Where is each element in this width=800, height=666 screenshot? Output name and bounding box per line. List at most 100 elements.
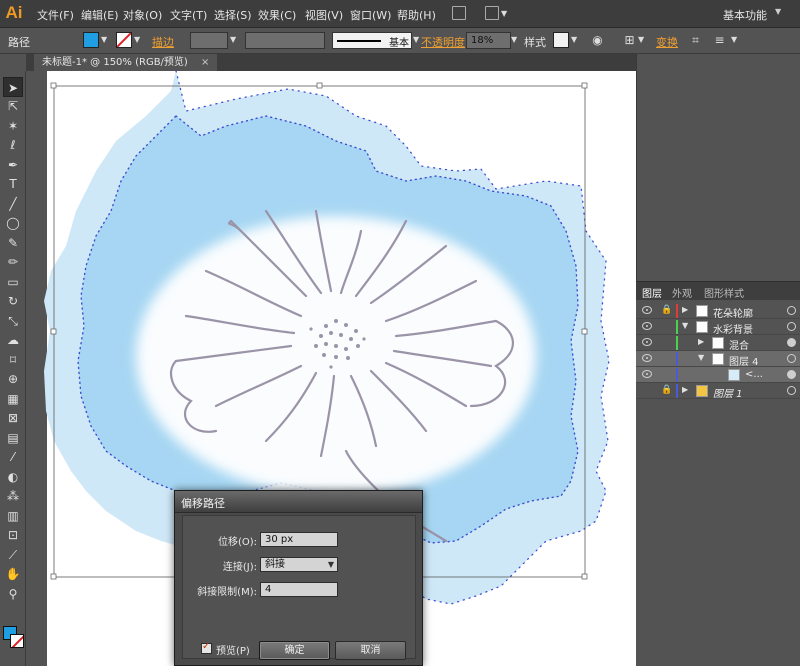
chevron-down-icon[interactable]: ▼ bbox=[101, 35, 107, 44]
collapse-icon[interactable]: ▼ bbox=[682, 321, 688, 330]
tab-layers[interactable]: 图层 bbox=[642, 285, 662, 300]
warp-icon[interactable]: ☁ bbox=[3, 330, 23, 350]
tab-appearance[interactable]: 外观 bbox=[672, 285, 692, 300]
graphic-style-swatch[interactable] bbox=[553, 32, 569, 48]
preview-checkbox[interactable] bbox=[201, 641, 212, 654]
slice-icon[interactable]: ⟋ bbox=[3, 545, 23, 565]
direct-selection-icon[interactable]: ⇱ bbox=[3, 96, 23, 116]
tab-graphic-styles[interactable]: 图形样式 bbox=[704, 285, 744, 300]
transform-link[interactable]: 变换 bbox=[656, 34, 678, 50]
gradient-icon[interactable]: ▤ bbox=[3, 428, 23, 448]
magic-wand-icon[interactable]: ✶ bbox=[3, 116, 23, 136]
expand-icon[interactable]: ▶ bbox=[698, 337, 704, 346]
menu-window[interactable]: 窗口(W) bbox=[350, 7, 391, 23]
artboard-icon[interactable]: ⊡ bbox=[3, 525, 23, 545]
layer-row[interactable]: ▼ 图层 4 bbox=[636, 351, 800, 368]
pencil-icon[interactable]: ✏ bbox=[3, 252, 23, 272]
chevron-down-icon[interactable]: ▼ bbox=[638, 35, 644, 44]
recolor-icon[interactable]: ◉ bbox=[590, 33, 605, 48]
free-transform-icon[interactable]: ⌑ bbox=[3, 350, 23, 370]
line-icon[interactable]: ╱ bbox=[3, 194, 23, 214]
blend-icon[interactable]: ◐ bbox=[3, 467, 23, 487]
layer-row[interactable]: ▶ 混合 bbox=[636, 335, 800, 352]
document-tab[interactable]: 未标题-1* @ 150% (RGB/预览) × bbox=[34, 54, 218, 71]
target-icon[interactable] bbox=[787, 322, 796, 331]
offset-input[interactable]: 30 px bbox=[260, 532, 338, 547]
target-icon[interactable] bbox=[787, 370, 796, 379]
target-icon[interactable] bbox=[787, 306, 796, 315]
bridge-icon[interactable] bbox=[452, 6, 466, 20]
mesh-icon[interactable]: ⊠ bbox=[3, 408, 23, 428]
stroke-color-icon[interactable] bbox=[10, 634, 24, 648]
expand-icon[interactable]: ▶ bbox=[682, 385, 688, 394]
stroke-profile[interactable]: 基本 bbox=[332, 32, 412, 49]
scale-icon[interactable]: ⤡ bbox=[3, 311, 23, 331]
visibility-icon[interactable] bbox=[642, 370, 652, 378]
lasso-icon[interactable]: ℓ bbox=[3, 135, 23, 155]
lock-icon[interactable]: 🔒 bbox=[661, 385, 672, 395]
align-icon[interactable]: ⊞ bbox=[622, 33, 637, 48]
opacity-field[interactable]: 18% bbox=[466, 32, 511, 49]
visibility-icon[interactable] bbox=[642, 354, 652, 362]
visibility-icon[interactable] bbox=[642, 322, 652, 330]
layer-row[interactable]: 🔒 ▶ 花朵轮廓 bbox=[636, 303, 800, 320]
type-icon[interactable]: T bbox=[3, 174, 23, 194]
target-icon[interactable] bbox=[787, 354, 796, 363]
miter-limit-input[interactable]: 4 bbox=[260, 582, 338, 597]
chevron-down-icon[interactable]: ▼ bbox=[501, 9, 507, 18]
collapse-icon[interactable]: ▼ bbox=[698, 353, 704, 362]
stroke-link[interactable]: 描边 bbox=[152, 34, 174, 50]
visibility-icon[interactable] bbox=[642, 306, 652, 314]
chevron-down-icon[interactable]: ▼ bbox=[511, 35, 517, 44]
perspective-icon[interactable]: ▦ bbox=[3, 389, 23, 409]
symbol-sprayer-icon[interactable]: ⁂ bbox=[3, 486, 23, 506]
menu-help[interactable]: 帮助(H) bbox=[397, 7, 436, 23]
layer-row[interactable]: 🔒 ▶ 图层 1 bbox=[636, 383, 800, 400]
menu-effect[interactable]: 效果(C) bbox=[258, 7, 296, 23]
eraser-icon[interactable]: ▭ bbox=[3, 272, 23, 292]
lock-icon[interactable]: 🔒 bbox=[661, 305, 672, 315]
opacity-link[interactable]: 不透明度 bbox=[421, 34, 465, 50]
panel-menu-icon[interactable]: ≡ bbox=[712, 33, 727, 48]
paintbrush-icon[interactable]: ✎ bbox=[3, 233, 23, 253]
rotate-icon[interactable]: ↻ bbox=[3, 291, 23, 311]
column-graph-icon[interactable]: ▥ bbox=[3, 506, 23, 526]
eyedropper-icon[interactable]: ⁄ bbox=[3, 447, 23, 467]
join-select[interactable]: 斜接 ▼ bbox=[260, 557, 338, 572]
chevron-down-icon[interactable]: ▼ bbox=[571, 35, 577, 44]
target-icon[interactable] bbox=[787, 386, 796, 395]
chevron-down-icon[interactable]: ▼ bbox=[413, 35, 419, 44]
isolate-icon[interactable]: ⌗ bbox=[688, 33, 703, 48]
chevron-down-icon[interactable]: ▼ bbox=[230, 35, 236, 44]
hand-icon[interactable]: ✋ bbox=[3, 564, 23, 584]
stroke-weight-field[interactable] bbox=[190, 32, 228, 49]
zoom-icon[interactable]: ⚲ bbox=[3, 584, 23, 604]
pen-icon[interactable]: ✒ bbox=[3, 155, 23, 175]
target-icon[interactable] bbox=[787, 338, 796, 347]
close-icon[interactable]: × bbox=[201, 57, 209, 68]
menu-type[interactable]: 文字(T) bbox=[170, 7, 207, 23]
workspace-switcher[interactable]: 基本功能 bbox=[723, 7, 767, 23]
visibility-icon[interactable] bbox=[642, 338, 652, 346]
menu-view[interactable]: 视图(V) bbox=[305, 7, 343, 23]
menu-file[interactable]: 文件(F) bbox=[37, 7, 74, 23]
layer-row[interactable]: <... bbox=[636, 367, 800, 383]
stroke-swatch[interactable] bbox=[116, 32, 132, 48]
expand-icon[interactable]: ▶ bbox=[682, 305, 688, 314]
menu-object[interactable]: 对象(O) bbox=[123, 7, 162, 23]
fill-swatch[interactable] bbox=[83, 32, 99, 48]
variable-width-field[interactable] bbox=[245, 32, 325, 49]
ellipse-icon[interactable]: ◯ bbox=[3, 213, 23, 233]
menu-select[interactable]: 选择(S) bbox=[214, 7, 252, 23]
chevron-down-icon[interactable]: ▼ bbox=[134, 35, 140, 44]
layer-row[interactable]: ▼ 水彩背景 bbox=[636, 319, 800, 336]
dialog-title-bar[interactable]: 偏移路径 bbox=[175, 491, 422, 513]
cancel-button[interactable]: 取消 bbox=[335, 641, 406, 660]
shape-builder-icon[interactable]: ⊕ bbox=[3, 369, 23, 389]
selection-icon[interactable]: ➤ bbox=[3, 77, 23, 97]
arrange-documents-icon[interactable] bbox=[485, 6, 499, 20]
ok-button[interactable]: 确定 bbox=[259, 641, 330, 660]
chevron-down-icon[interactable]: ▼ bbox=[775, 7, 781, 16]
menu-edit[interactable]: 编辑(E) bbox=[81, 7, 119, 23]
chevron-down-icon[interactable]: ▼ bbox=[731, 35, 737, 44]
